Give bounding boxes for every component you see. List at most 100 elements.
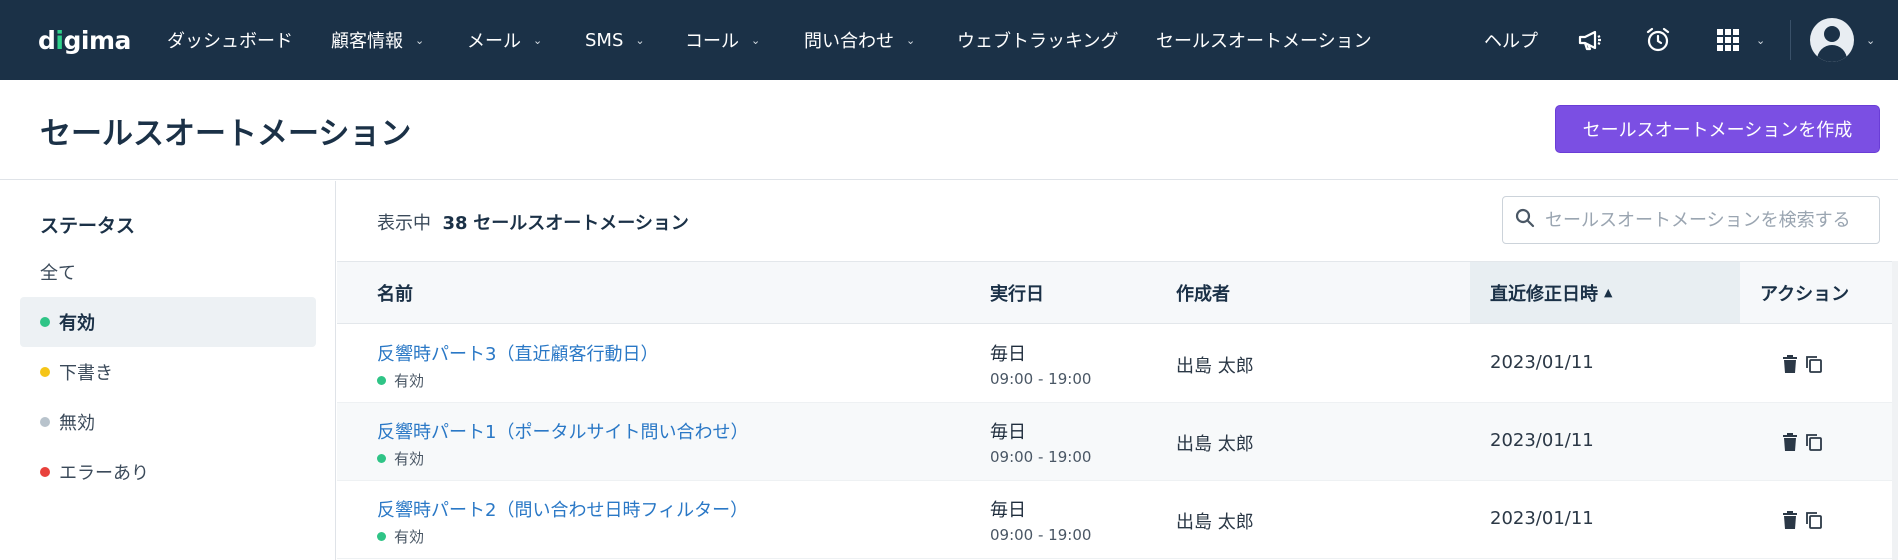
schedule-time: 09:00 - 19:00	[990, 526, 1092, 544]
status-label: エラーあり	[59, 463, 149, 484]
automation-name-link[interactable]: 反響時パート2（問い合わせ日時フィルター）	[377, 496, 748, 522]
chevron-down-icon: ⌄	[533, 33, 543, 47]
apps-grid-icon[interactable]	[1710, 22, 1746, 58]
modified-date: 2023/01/11	[1490, 352, 1594, 373]
status-dot	[377, 532, 386, 541]
status-label: 下書き	[59, 363, 113, 384]
automation-name-link[interactable]: 反響時パート1（ポータルサイト問い合わせ）	[377, 418, 748, 444]
logo-accent: i	[55, 25, 64, 55]
logo-rest: gima	[63, 25, 131, 55]
nav-sms[interactable]: SMS ⌄	[585, 0, 645, 80]
row-status: 有効	[377, 526, 424, 547]
status-filter-draft[interactable]: 下書き	[20, 347, 316, 397]
user-avatar-icon[interactable]	[1810, 18, 1854, 62]
creator-name: 出島 太郎	[1176, 434, 1254, 455]
status-label: 有効	[394, 528, 425, 546]
nav-help[interactable]: ヘルプ	[1484, 0, 1538, 80]
nav-label: コール	[685, 31, 739, 52]
status-filter-active[interactable]: 有効	[20, 297, 316, 347]
column-header-schedule[interactable]: 実行日	[990, 262, 1044, 323]
nav-label: メール	[467, 31, 521, 52]
row-status: 有効	[377, 370, 424, 391]
chevron-down-icon: ⌄	[751, 33, 761, 47]
showing-prefix: 表示中	[377, 213, 431, 234]
status-label: 有効	[394, 372, 425, 390]
nav-label: ヘルプ	[1484, 31, 1538, 52]
trash-icon[interactable]	[1779, 353, 1801, 375]
schedule-frequency: 毎日	[990, 422, 1026, 443]
schedule-frequency: 毎日	[990, 500, 1026, 521]
copy-icon[interactable]	[1803, 353, 1825, 375]
table-row: 反響時パート3（直近顧客行動日） 有効 毎日 09:00 - 19:00 出島 …	[337, 325, 1892, 403]
chevron-down-icon: ⌄	[415, 33, 425, 47]
nav-label: 問い合わせ	[804, 31, 894, 52]
count-suffix: セールスオートメーション	[473, 213, 689, 234]
page-title: セールスオートメーション	[40, 116, 412, 152]
search-icon	[1515, 208, 1535, 232]
count-value: 38	[442, 213, 468, 234]
chevron-down-icon[interactable]: ⌄	[1756, 0, 1765, 80]
nav-label: ダッシュボード	[167, 31, 293, 52]
table-row: 反響時パート1（ポータルサイト問い合わせ） 有効 毎日 09:00 - 19:0…	[337, 403, 1892, 481]
nav-mail[interactable]: メール ⌄	[467, 0, 542, 80]
nav-sales-automation[interactable]: セールスオートメーション	[1156, 0, 1372, 80]
scrollbar[interactable]	[1892, 261, 1898, 560]
status-label: 無効	[59, 413, 95, 434]
sort-ascending-icon: ▲	[1604, 286, 1613, 299]
status-filter-all[interactable]: 全て	[20, 247, 316, 297]
nav-call[interactable]: コール ⌄	[685, 0, 760, 80]
status-dot	[40, 417, 50, 427]
main-content: 表示中 38 セールスオートメーション 名前 実行日 作成者 直近修正日時 ▲ …	[337, 181, 1898, 560]
status-filter-inactive[interactable]: 無効	[20, 397, 316, 447]
schedule-frequency: 毎日	[990, 344, 1026, 365]
list-toolbar: 表示中 38 セールスオートメーション	[337, 181, 1898, 261]
creator-name: 出島 太郎	[1176, 512, 1254, 533]
status-label: 有効	[59, 313, 95, 334]
copy-icon[interactable]	[1803, 509, 1825, 531]
column-header-actions: アクション	[1760, 283, 1850, 305]
status-sidebar: ステータス 全て 有効 下書き 無効 エラーあり	[0, 181, 336, 560]
sidebar-title: ステータス	[40, 215, 136, 237]
column-header-modified[interactable]: 直近修正日時 ▲	[1470, 262, 1740, 323]
page-header: セールスオートメーション セールスオートメーションを作成	[0, 80, 1898, 180]
megaphone-icon[interactable]	[1572, 22, 1608, 58]
table-row: 反響時パート2（問い合わせ日時フィルター） 有効 毎日 09:00 - 19:0…	[337, 481, 1892, 559]
nav-label: セールスオートメーション	[1156, 31, 1372, 52]
schedule-time: 09:00 - 19:00	[990, 448, 1092, 466]
column-header-creator[interactable]: 作成者	[1176, 262, 1230, 323]
trash-icon[interactable]	[1779, 509, 1801, 531]
create-sales-automation-button[interactable]: セールスオートメーションを作成	[1555, 105, 1880, 153]
status-dot	[377, 376, 386, 385]
row-status: 有効	[377, 448, 424, 469]
nav-inquiry[interactable]: 問い合わせ ⌄	[804, 0, 915, 80]
nav-label: 顧客情報	[331, 31, 403, 52]
status-dot	[377, 454, 386, 463]
nav-web-tracking[interactable]: ウェブトラッキング	[957, 0, 1118, 80]
logo-prefix: d	[38, 25, 56, 55]
copy-icon[interactable]	[1803, 431, 1825, 453]
digima-logo[interactable]: d i gima	[38, 23, 131, 57]
status-filter-error[interactable]: エラーあり	[20, 447, 316, 497]
trash-icon[interactable]	[1779, 431, 1801, 453]
nav-divider	[1790, 20, 1791, 60]
alarm-clock-icon[interactable]	[1640, 22, 1676, 58]
table-header: 名前 実行日 作成者 直近修正日時 ▲ アクション	[337, 261, 1898, 324]
nav-label: SMS	[585, 29, 624, 51]
result-count: 表示中 38 セールスオートメーション	[377, 209, 689, 235]
modified-date: 2023/01/11	[1490, 508, 1594, 529]
top-navigation: d i gima ダッシュボード 顧客情報 ⌄ メール ⌄ SMS ⌄ コール ⌄ …	[0, 0, 1898, 80]
column-header-label: 直近修正日時	[1490, 283, 1598, 305]
search-box[interactable]	[1502, 196, 1880, 244]
nav-customer-info[interactable]: 顧客情報 ⌄	[331, 0, 424, 80]
modified-date: 2023/01/11	[1490, 430, 1594, 451]
schedule-time: 09:00 - 19:00	[990, 370, 1092, 388]
chevron-down-icon: ⌄	[906, 33, 916, 47]
search-input[interactable]	[1545, 209, 1865, 231]
automation-name-link[interactable]: 反響時パート3（直近顧客行動日）	[377, 340, 658, 366]
status-label: 有効	[394, 450, 425, 468]
status-dot	[40, 367, 50, 377]
creator-name: 出島 太郎	[1176, 356, 1254, 377]
column-header-name[interactable]: 名前	[377, 262, 413, 323]
nav-dashboard[interactable]: ダッシュボード	[167, 0, 293, 80]
chevron-down-icon[interactable]: ⌄	[1866, 0, 1875, 80]
